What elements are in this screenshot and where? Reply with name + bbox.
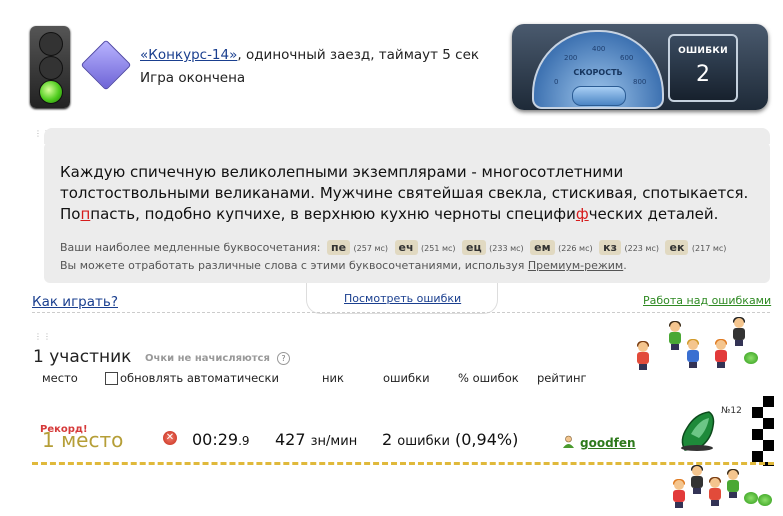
combo-time: (223 мс)	[624, 244, 659, 253]
practice-note: Вы можете отработать различные слова с э…	[60, 259, 627, 272]
header-place: место	[42, 371, 78, 385]
errors-pct: (0,94%)	[455, 430, 519, 449]
traffic-light-icon	[30, 26, 70, 108]
bush-icon	[758, 494, 772, 506]
practice-text: Вы можете отработать различные слова с э…	[60, 259, 528, 272]
errors-count: 2	[382, 430, 393, 449]
bush-icon	[744, 492, 758, 504]
spectator-icon	[726, 469, 740, 498]
practice-end: .	[623, 259, 627, 272]
bush-icon	[744, 352, 758, 364]
speed-label: СКОРОСТЬ	[573, 68, 623, 77]
player-nick-link[interactable]: goodfen	[580, 436, 636, 450]
typed-text: Каждую спичечную великолепными экземпляр…	[60, 162, 760, 225]
game-status: Игра окончена	[140, 70, 246, 86]
header-errors: ошибки	[383, 371, 430, 385]
combo-time: (226 мс)	[558, 244, 593, 253]
header-rating: рейтинг	[537, 371, 587, 385]
work-on-errors-link[interactable]: Работа над ошибками	[643, 294, 771, 307]
typo-marker: п	[80, 205, 91, 223]
game-description: , одиночный заезд, таймаут 5 сек	[237, 47, 480, 63]
header-auto-update: обновлять автоматически	[120, 371, 279, 385]
game-info: «Конкурс-14», одиночный заезд, таймаут 5…	[140, 47, 479, 63]
header-error-pct: % ошибок	[458, 371, 519, 385]
race-track	[32, 462, 774, 465]
race-car-icon	[681, 411, 715, 451]
slow-combos: Ваши наиболее медленные буквосочетания: …	[60, 240, 726, 255]
header-nick: ник	[322, 371, 344, 385]
gauge-tick: 0	[554, 78, 559, 86]
combo-time: (233 мс)	[489, 244, 524, 253]
remove-icon[interactable]: ✕	[163, 431, 177, 445]
view-errors-link[interactable]: Посмотреть ошибки	[344, 292, 461, 305]
combo-chip: ек	[665, 240, 689, 255]
combo-time: (217 мс)	[691, 244, 727, 253]
gauge-tick: 800	[633, 78, 647, 86]
help-icon[interactable]: ?	[277, 352, 290, 365]
spectator-icon	[732, 317, 746, 346]
spectator-icon	[668, 321, 682, 350]
result-time: 00:29.9	[192, 430, 250, 449]
combo-chip: ем	[530, 240, 555, 255]
result-speed: 427 зн/мин	[275, 430, 357, 449]
combo-chip: кз	[599, 240, 621, 255]
text-segment: ческих деталей.	[588, 205, 719, 223]
time-main: 00:29	[192, 430, 239, 449]
premium-mode-link[interactable]: Премиум-режим	[528, 259, 623, 272]
participant-count: 1 участник	[33, 347, 132, 367]
how-to-play-link[interactable]: Как играть?	[32, 294, 118, 310]
work-on-errors-label: Работа над ошибками	[643, 294, 772, 307]
spectator-icon	[672, 479, 686, 508]
gauge-tick: 400	[592, 45, 606, 53]
spectator-icon	[708, 477, 722, 506]
game-mode-diamond-icon	[80, 39, 132, 91]
speedometer-hub	[572, 86, 626, 106]
combo-time: (251 мс)	[421, 244, 456, 253]
spectator-icon	[714, 339, 728, 368]
auto-update-checkbox[interactable]	[105, 372, 118, 385]
result-errors: 2 ошибки (0,94%)	[382, 430, 518, 449]
text-segment: пасть, подобно купчихе, в верхнюю кухню …	[90, 205, 576, 223]
spectator-icon	[686, 339, 700, 368]
spectator-icon	[690, 465, 704, 494]
spectator-icon	[636, 341, 650, 370]
combo-chip: еч	[394, 240, 418, 255]
drag-dots: ⋮⋮	[34, 332, 52, 341]
divider	[32, 312, 770, 313]
errors-label: ОШИБКИ	[678, 46, 728, 56]
time-fraction: .9	[238, 434, 250, 448]
errors-display: ОШИБКИ 2	[668, 34, 738, 102]
errors-value: 2	[696, 62, 710, 87]
finish-flag	[752, 396, 774, 466]
typo-marker: ф	[575, 205, 589, 223]
combo-time: (257 мс)	[353, 244, 389, 253]
no-points-note: Очки не начисляются	[145, 353, 270, 364]
result-place: 1 место	[42, 428, 124, 452]
speed-value: 427	[275, 430, 306, 449]
combo-chip: ец	[462, 240, 486, 255]
competition-link[interactable]: «Конкурс-14»	[140, 47, 237, 63]
errors-unit: ошибки	[397, 434, 450, 449]
user-icon	[563, 435, 574, 448]
car-number: №12	[721, 406, 742, 416]
gauge-tick: 200	[564, 54, 578, 62]
combo-chip: пе	[326, 240, 351, 255]
gauge-tick: 600	[620, 54, 634, 62]
slow-combos-label: Ваши наиболее медленные буквосочетания:	[60, 241, 321, 254]
speed-unit: зн/мин	[310, 434, 358, 449]
